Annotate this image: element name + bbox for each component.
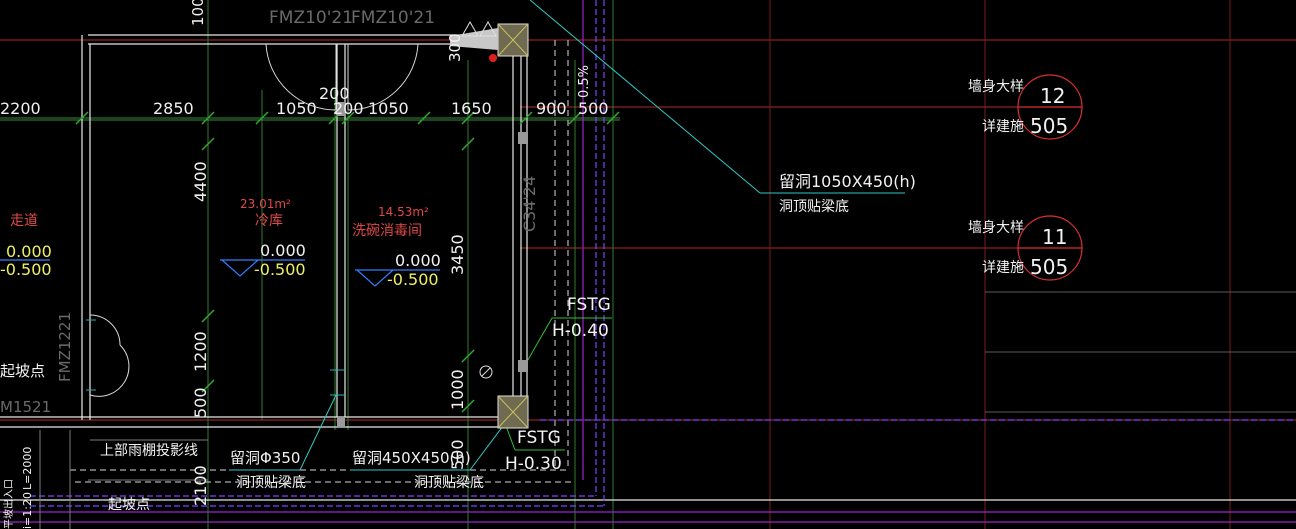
door-label-fmz1221: FMZ1221 bbox=[56, 311, 74, 382]
ramp-start-lower: 起坡点 bbox=[108, 497, 150, 513]
corridor-elev-2: -0.500 bbox=[0, 260, 52, 279]
detail-11-number: 11 bbox=[1042, 225, 1068, 249]
room-cold-storage: 冷库 bbox=[255, 213, 283, 229]
detail-11-ref: 详建施 bbox=[982, 260, 1024, 276]
door-label-m1521: M1521 bbox=[0, 398, 52, 416]
fstg-label-2: FSTG bbox=[517, 428, 561, 448]
dim-2100: 2100 bbox=[191, 465, 210, 506]
dim-500-left: 500 bbox=[191, 387, 210, 418]
corridor-elev-1: 0.000 bbox=[6, 242, 52, 261]
fstg-height-2: H-0.30 bbox=[505, 454, 562, 474]
detail-12-ref: 详建施 bbox=[982, 119, 1024, 135]
ramp-entrance-note: 平坡出入口 bbox=[4, 479, 15, 529]
dim-4400: 4400 bbox=[191, 161, 210, 202]
opening-450-note: 留洞450X450(h) bbox=[352, 449, 471, 467]
room-wash-disinfect: 洗碗消毒间 bbox=[352, 223, 422, 239]
ramp-slope-note: i=1:20 bbox=[21, 492, 34, 529]
slope-label: 0.5% bbox=[577, 64, 592, 98]
canopy-projection-note: 上部雨棚投影线 bbox=[100, 443, 198, 459]
wash-elev-1: 0.000 bbox=[395, 251, 441, 270]
door-label-1: FMZ10'21 bbox=[269, 8, 354, 28]
dim-2850: 2850 bbox=[153, 99, 194, 118]
wash-elev-2: -0.500 bbox=[387, 270, 439, 289]
dim-1000-right: 1000 bbox=[448, 369, 467, 410]
window-label: C34'24 bbox=[520, 175, 539, 232]
dim-1650: 1650 bbox=[451, 99, 492, 118]
opening-350-note: 留洞Φ350 bbox=[230, 449, 301, 467]
opening-note-1050-sub: 洞顶贴梁底 bbox=[779, 199, 849, 215]
detail-12-label: 墙身大样 bbox=[968, 79, 1024, 95]
fstg-label-1: FSTG bbox=[567, 295, 611, 315]
detail-12-sheet: 505 bbox=[1030, 114, 1069, 138]
dim-300-top: 300 bbox=[446, 33, 464, 62]
cad-drawing-canvas[interactable]: FMZ10'21 FMZ10'21 1000 2200 2850 1050 20… bbox=[0, 0, 1296, 529]
ramp-start-upper: 起坡点 bbox=[0, 362, 46, 380]
detail-11-label: 墙身大样 bbox=[968, 220, 1024, 236]
dim-2200: 2200 bbox=[0, 99, 41, 118]
opening-note-1050: 留洞1050X450(h) bbox=[779, 172, 916, 191]
door-label-2: FMZ10'21 bbox=[351, 8, 436, 28]
detail-12-number: 12 bbox=[1040, 84, 1066, 108]
opening-450-sub: 洞顶贴梁底 bbox=[414, 475, 484, 491]
opening-350-sub: 洞顶贴梁底 bbox=[236, 475, 306, 491]
dim-1050-a: 1050 bbox=[276, 99, 317, 118]
cold-elev-2: -0.500 bbox=[254, 260, 306, 279]
detail-11-sheet: 505 bbox=[1030, 255, 1069, 279]
cold-elev-1: 0.000 bbox=[260, 241, 306, 260]
room-cold-area: 23.01m² bbox=[240, 197, 291, 211]
dim-500: 500 bbox=[578, 99, 609, 118]
fstg-height-1: H-0.40 bbox=[552, 321, 609, 341]
dim-3450: 3450 bbox=[448, 234, 467, 275]
dim-1000-top: 1000 bbox=[189, 0, 207, 26]
room-corridor: 走道 bbox=[10, 213, 38, 229]
dim-1050-b: 1050 bbox=[368, 99, 409, 118]
dim-1200: 1200 bbox=[191, 331, 210, 372]
dim-900: 900 bbox=[536, 99, 567, 118]
ramp-length-note: L=2000 bbox=[21, 446, 34, 490]
dim-200: 200 bbox=[333, 99, 364, 118]
room-wash-area: 14.53m² bbox=[378, 205, 429, 219]
